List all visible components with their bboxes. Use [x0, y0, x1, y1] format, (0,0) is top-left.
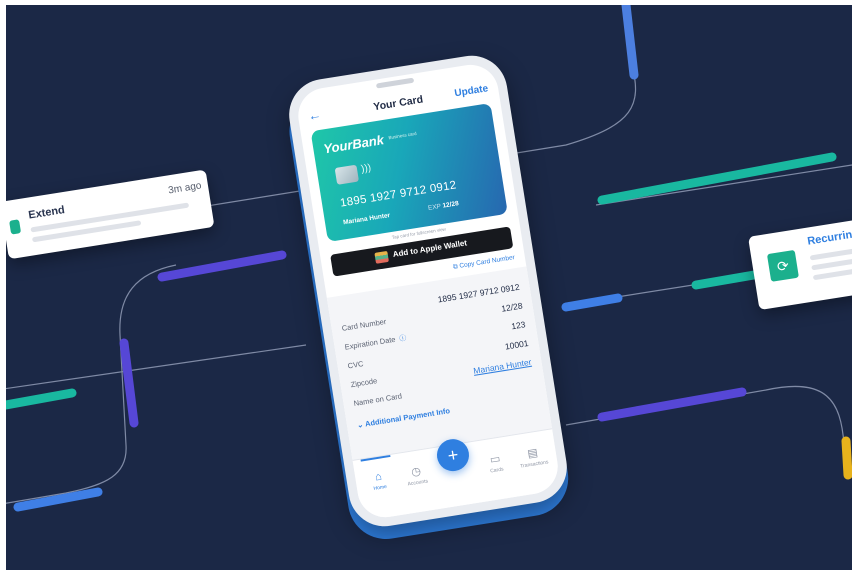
card-expiry: EXP 12/28	[428, 200, 460, 212]
recurring-icon: ⟳	[766, 249, 799, 282]
accent-stroke-blue	[621, 5, 639, 80]
accent-stroke-teal	[691, 270, 759, 290]
contactless-icon: )))	[360, 162, 372, 175]
card-number-value: 1895 1927 9712 0912	[436, 281, 521, 305]
copy-label: Copy Card Number	[458, 254, 516, 270]
expiry-label: EXP	[427, 203, 442, 212]
accent-stroke-purple	[597, 387, 747, 422]
bank-logo: YourBank	[322, 132, 385, 157]
accent-stroke-purple	[157, 250, 287, 282]
expiry-value: 12/28	[442, 200, 460, 210]
expiration-label-text: Expiration Date	[344, 334, 397, 352]
chip-icon	[334, 164, 360, 185]
info-icon[interactable]: ⓘ	[399, 333, 407, 344]
card-holder: Mariana Hunter	[342, 212, 391, 227]
notification-title: Recurring	[806, 227, 852, 248]
expiration-label: Expiration Date ⓘ	[344, 333, 407, 353]
cvc-label: CVC	[347, 359, 365, 371]
notification-title: Extend	[27, 204, 66, 222]
wallet-icon	[374, 250, 389, 264]
name-on-card-value[interactable]: Mariana Hunter	[473, 357, 532, 376]
cvc-value: 123	[510, 319, 527, 332]
nav-cards[interactable]: ▭ Cards	[477, 450, 514, 476]
zipcode-label: Zipcode	[350, 376, 378, 390]
expiration-value: 12/28	[500, 300, 524, 314]
refresh-icon	[9, 219, 22, 235]
additional-label: Additional Payment Info	[364, 406, 451, 429]
accent-stroke-blue	[561, 293, 623, 312]
connector-line	[6, 344, 307, 390]
accent-stroke-purple	[119, 338, 139, 428]
name-on-card-label: Name on Card	[352, 391, 403, 408]
zipcode-value: 10001	[504, 338, 530, 352]
nav-home[interactable]: ⌂ Home	[361, 468, 398, 493]
card-number-label: Card Number	[341, 316, 387, 333]
accent-stroke-yellow	[841, 436, 852, 480]
card-type-label: Business card	[388, 130, 417, 141]
additional-payment-info-toggle[interactable]: ⌄ Additional Payment Info	[356, 406, 450, 430]
wallet-label: Add to Apple Wallet	[392, 238, 468, 260]
accent-stroke-teal	[597, 152, 837, 205]
hero-illustration: Extend 3m ago ⟳ Recurring ← Your Card Up…	[6, 5, 852, 570]
accent-stroke-teal	[6, 388, 77, 410]
nav-transactions[interactable]: ▤ Transactions	[515, 444, 552, 470]
nav-accounts[interactable]: ◷ Accounts	[398, 463, 435, 489]
connector-line	[595, 164, 852, 206]
phone-speaker	[375, 77, 415, 89]
notification-time: 3m ago	[167, 180, 203, 197]
